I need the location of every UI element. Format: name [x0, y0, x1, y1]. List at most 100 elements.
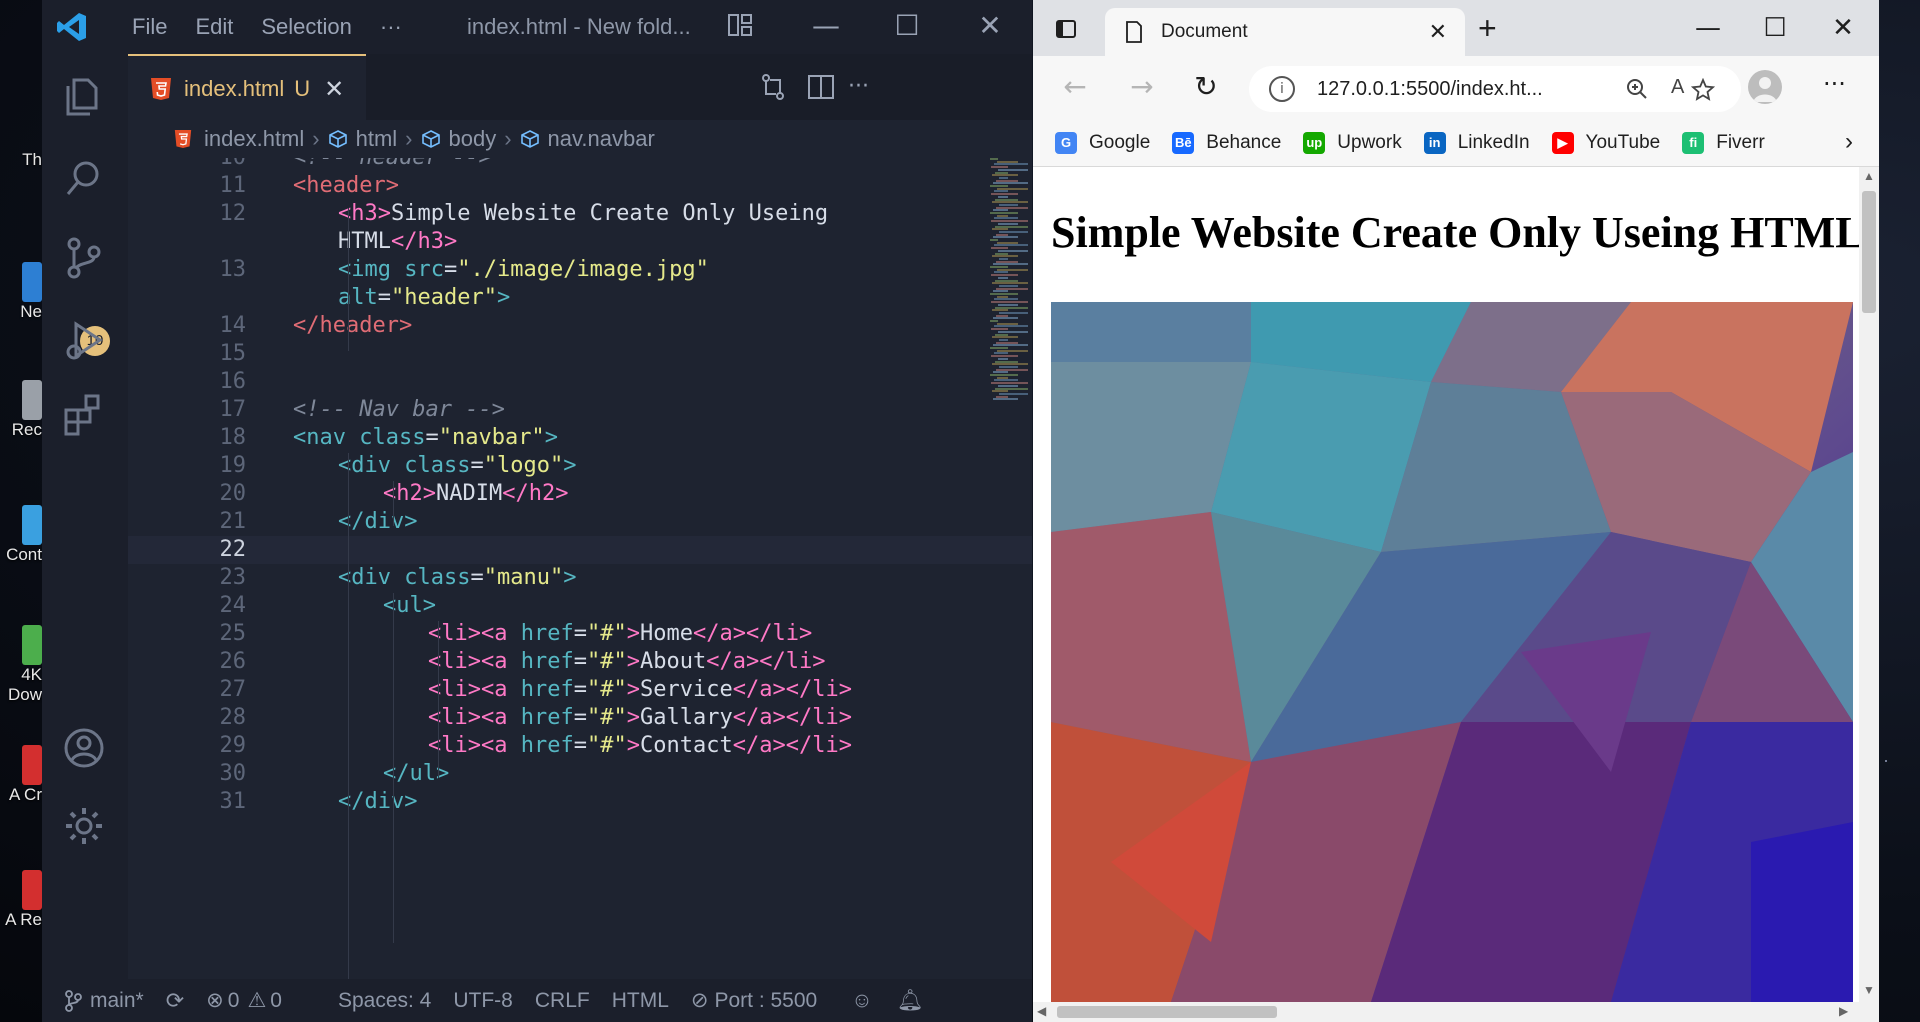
- source-control-icon[interactable]: [60, 234, 108, 282]
- code-text: <li><a href="#">Gallary</a></li>: [428, 705, 852, 730]
- indentation-indicator[interactable]: Spaces: 4: [338, 989, 431, 1013]
- menu-edit[interactable]: Edit: [181, 14, 247, 40]
- code-line-wrapped[interactable]: alt="header">: [128, 284, 1032, 312]
- code-line[interactable]: 27 <li><a href="#">Service</a></li>: [128, 676, 1032, 704]
- bookmark-youtube[interactable]: ▶ YouTube: [1551, 132, 1660, 154]
- code-line[interactable]: 15: [128, 340, 1032, 368]
- open-changes-icon[interactable]: [758, 72, 788, 102]
- back-arrow-icon[interactable]: ←: [1058, 70, 1092, 104]
- bookmark-upwork[interactable]: up Upwork: [1303, 132, 1402, 154]
- bookmark-google[interactable]: G Google: [1055, 132, 1150, 154]
- horizontal-scrollbar[interactable]: ◀ ▶: [1033, 1002, 1879, 1022]
- code-line[interactable]: 29 <li><a href="#">Contact</a></li>: [128, 732, 1032, 760]
- profile-avatar[interactable]: [1748, 70, 1782, 104]
- code-line-wrapped[interactable]: HTML</h3>: [128, 228, 1032, 256]
- sync-icon[interactable]: ⟳: [166, 988, 184, 1014]
- minimize-icon[interactable]: —: [806, 8, 846, 44]
- code-line[interactable]: 22: [128, 536, 1032, 564]
- scroll-left-icon[interactable]: ◀: [1037, 1004, 1046, 1018]
- close-icon[interactable]: ✕: [1823, 8, 1863, 48]
- vertical-scrollbar[interactable]: ▲ ▼: [1859, 167, 1879, 1002]
- code-line[interactable]: 23 <div class="manu">: [128, 564, 1032, 592]
- search-icon[interactable]: [60, 154, 108, 202]
- extensions-icon[interactable]: [60, 390, 108, 438]
- tab-index-html[interactable]: index.html U ✕: [128, 54, 366, 122]
- bookmark-linkedin[interactable]: in LinkedIn: [1423, 132, 1530, 154]
- scroll-down-icon[interactable]: ▼: [1863, 983, 1875, 997]
- code-line[interactable]: 18 <nav class="navbar">: [128, 424, 1032, 452]
- tab-close-icon[interactable]: ✕: [324, 75, 344, 103]
- bookmark-behance[interactable]: Bē Behance: [1172, 132, 1281, 154]
- feedback-icon[interactable]: ☺: [851, 989, 872, 1013]
- code-line[interactable]: 19 <div class="logo">: [128, 452, 1032, 480]
- live-server-port[interactable]: ⊘ Port : 5500: [691, 988, 817, 1013]
- layout-icon[interactable]: [727, 12, 753, 38]
- refresh-icon[interactable]: ↻: [1189, 70, 1223, 104]
- code-line[interactable]: 17 <!-- Nav bar -->: [128, 396, 1032, 424]
- account-icon[interactable]: [60, 724, 108, 772]
- problems-indicator[interactable]: ⊗ 0 ⚠ 0: [206, 988, 282, 1013]
- code-line[interactable]: 21 </div>: [128, 508, 1032, 536]
- code-line[interactable]: 25 <li><a href="#">Home</a></li>: [128, 620, 1032, 648]
- menu-selection[interactable]: Selection: [247, 14, 366, 40]
- code-line[interactable]: 24 <ul>: [128, 592, 1032, 620]
- branch-indicator[interactable]: main*: [64, 989, 144, 1013]
- site-info-icon[interactable]: i: [1269, 76, 1295, 102]
- menu-file[interactable]: File: [118, 14, 181, 40]
- scroll-right-icon[interactable]: ▶: [1839, 1004, 1848, 1018]
- encoding-indicator[interactable]: UTF-8: [453, 989, 513, 1013]
- code-line[interactable]: 12 <h3>Simple Website Create Only Useing: [128, 200, 1032, 228]
- scroll-up-icon[interactable]: ▲: [1863, 169, 1875, 183]
- scrollbar-thumb[interactable]: [1057, 1006, 1277, 1018]
- scrollbar-thumb[interactable]: [1862, 191, 1876, 313]
- minimap[interactable]: [988, 158, 1032, 979]
- chevron-right-icon[interactable]: ›: [1845, 128, 1853, 156]
- explorer-icon[interactable]: [60, 72, 108, 120]
- split-editor-icon[interactable]: [806, 72, 836, 102]
- settings-gear-icon[interactable]: [60, 802, 108, 850]
- address-bar[interactable]: i 127.0.0.1:5500/index.ht...: [1249, 66, 1741, 112]
- code-editor[interactable]: 31 </div> 30 </ul> 29 <li><a href="#">Contact…: [128, 158, 1032, 979]
- code-line[interactable]: 16: [128, 368, 1032, 396]
- desktop-shortcut[interactable]: Ne: [0, 262, 42, 322]
- tab-actions-icon[interactable]: [1055, 18, 1077, 40]
- code-line[interactable]: 11 <header>: [128, 172, 1032, 200]
- code-line[interactable]: 14 </header>: [128, 312, 1032, 340]
- zoom-magnifier-icon[interactable]: [1626, 78, 1648, 100]
- code-line[interactable]: 26 <li><a href="#">About</a></li>: [128, 648, 1032, 676]
- more-actions-icon[interactable]: ···: [848, 72, 878, 102]
- breadcrumb-body[interactable]: body: [421, 126, 496, 152]
- minimize-icon[interactable]: —: [1688, 8, 1728, 48]
- code-line[interactable]: 10 <!-- header -->: [128, 158, 1032, 172]
- code-line[interactable]: 20 <h2>NADIM</h2>: [128, 480, 1032, 508]
- notifications-bell-icon[interactable]: 🔔︎: [897, 989, 924, 1013]
- run-debug-icon[interactable]: [60, 316, 108, 364]
- eol-indicator[interactable]: CRLF: [535, 989, 590, 1013]
- code-line[interactable]: 31 </div>: [128, 788, 1032, 816]
- desktop-shortcut[interactable]: Cont: [0, 505, 42, 565]
- breadcrumb-file[interactable]: index.html: [174, 126, 304, 152]
- desktop-shortcut[interactable]: Rec: [0, 380, 42, 440]
- forward-arrow-icon[interactable]: →: [1125, 70, 1159, 104]
- browser-tab-close-icon[interactable]: ✕: [1429, 19, 1447, 45]
- code-line[interactable]: 30 </ul>: [128, 760, 1032, 788]
- desktop-shortcut[interactable]: 4K Dow: [0, 625, 42, 705]
- menu-more[interactable]: ···: [366, 14, 416, 40]
- desktop-shortcut[interactable]: A Cr: [0, 745, 42, 805]
- breadcrumb-html[interactable]: html: [328, 126, 397, 152]
- settings-more-icon[interactable]: ···: [1823, 70, 1846, 98]
- desktop-shortcut[interactable]: Th: [0, 150, 42, 170]
- code-line[interactable]: 28 <li><a href="#">Gallary</a></li>: [128, 704, 1032, 732]
- code-line[interactable]: 13 <img src="./image/image.jpg": [128, 256, 1032, 284]
- browser-tab-document[interactable]: Document ✕: [1105, 8, 1465, 56]
- language-mode[interactable]: HTML: [612, 989, 669, 1013]
- new-tab-button[interactable]: +: [1478, 10, 1497, 47]
- breadcrumb-nav[interactable]: nav.navbar: [520, 126, 655, 152]
- bookmark-fiverr[interactable]: fi Fiverr: [1682, 132, 1765, 154]
- maximize-icon[interactable]: ☐: [1755, 8, 1795, 48]
- desktop-shortcut[interactable]: A Re: [0, 870, 42, 930]
- add-favorite-star-icon[interactable]: [1691, 78, 1715, 102]
- close-icon[interactable]: ✕: [970, 8, 1010, 44]
- maximize-icon[interactable]: ☐: [887, 8, 927, 44]
- read-aloud-icon[interactable]: A: [1671, 76, 1684, 99]
